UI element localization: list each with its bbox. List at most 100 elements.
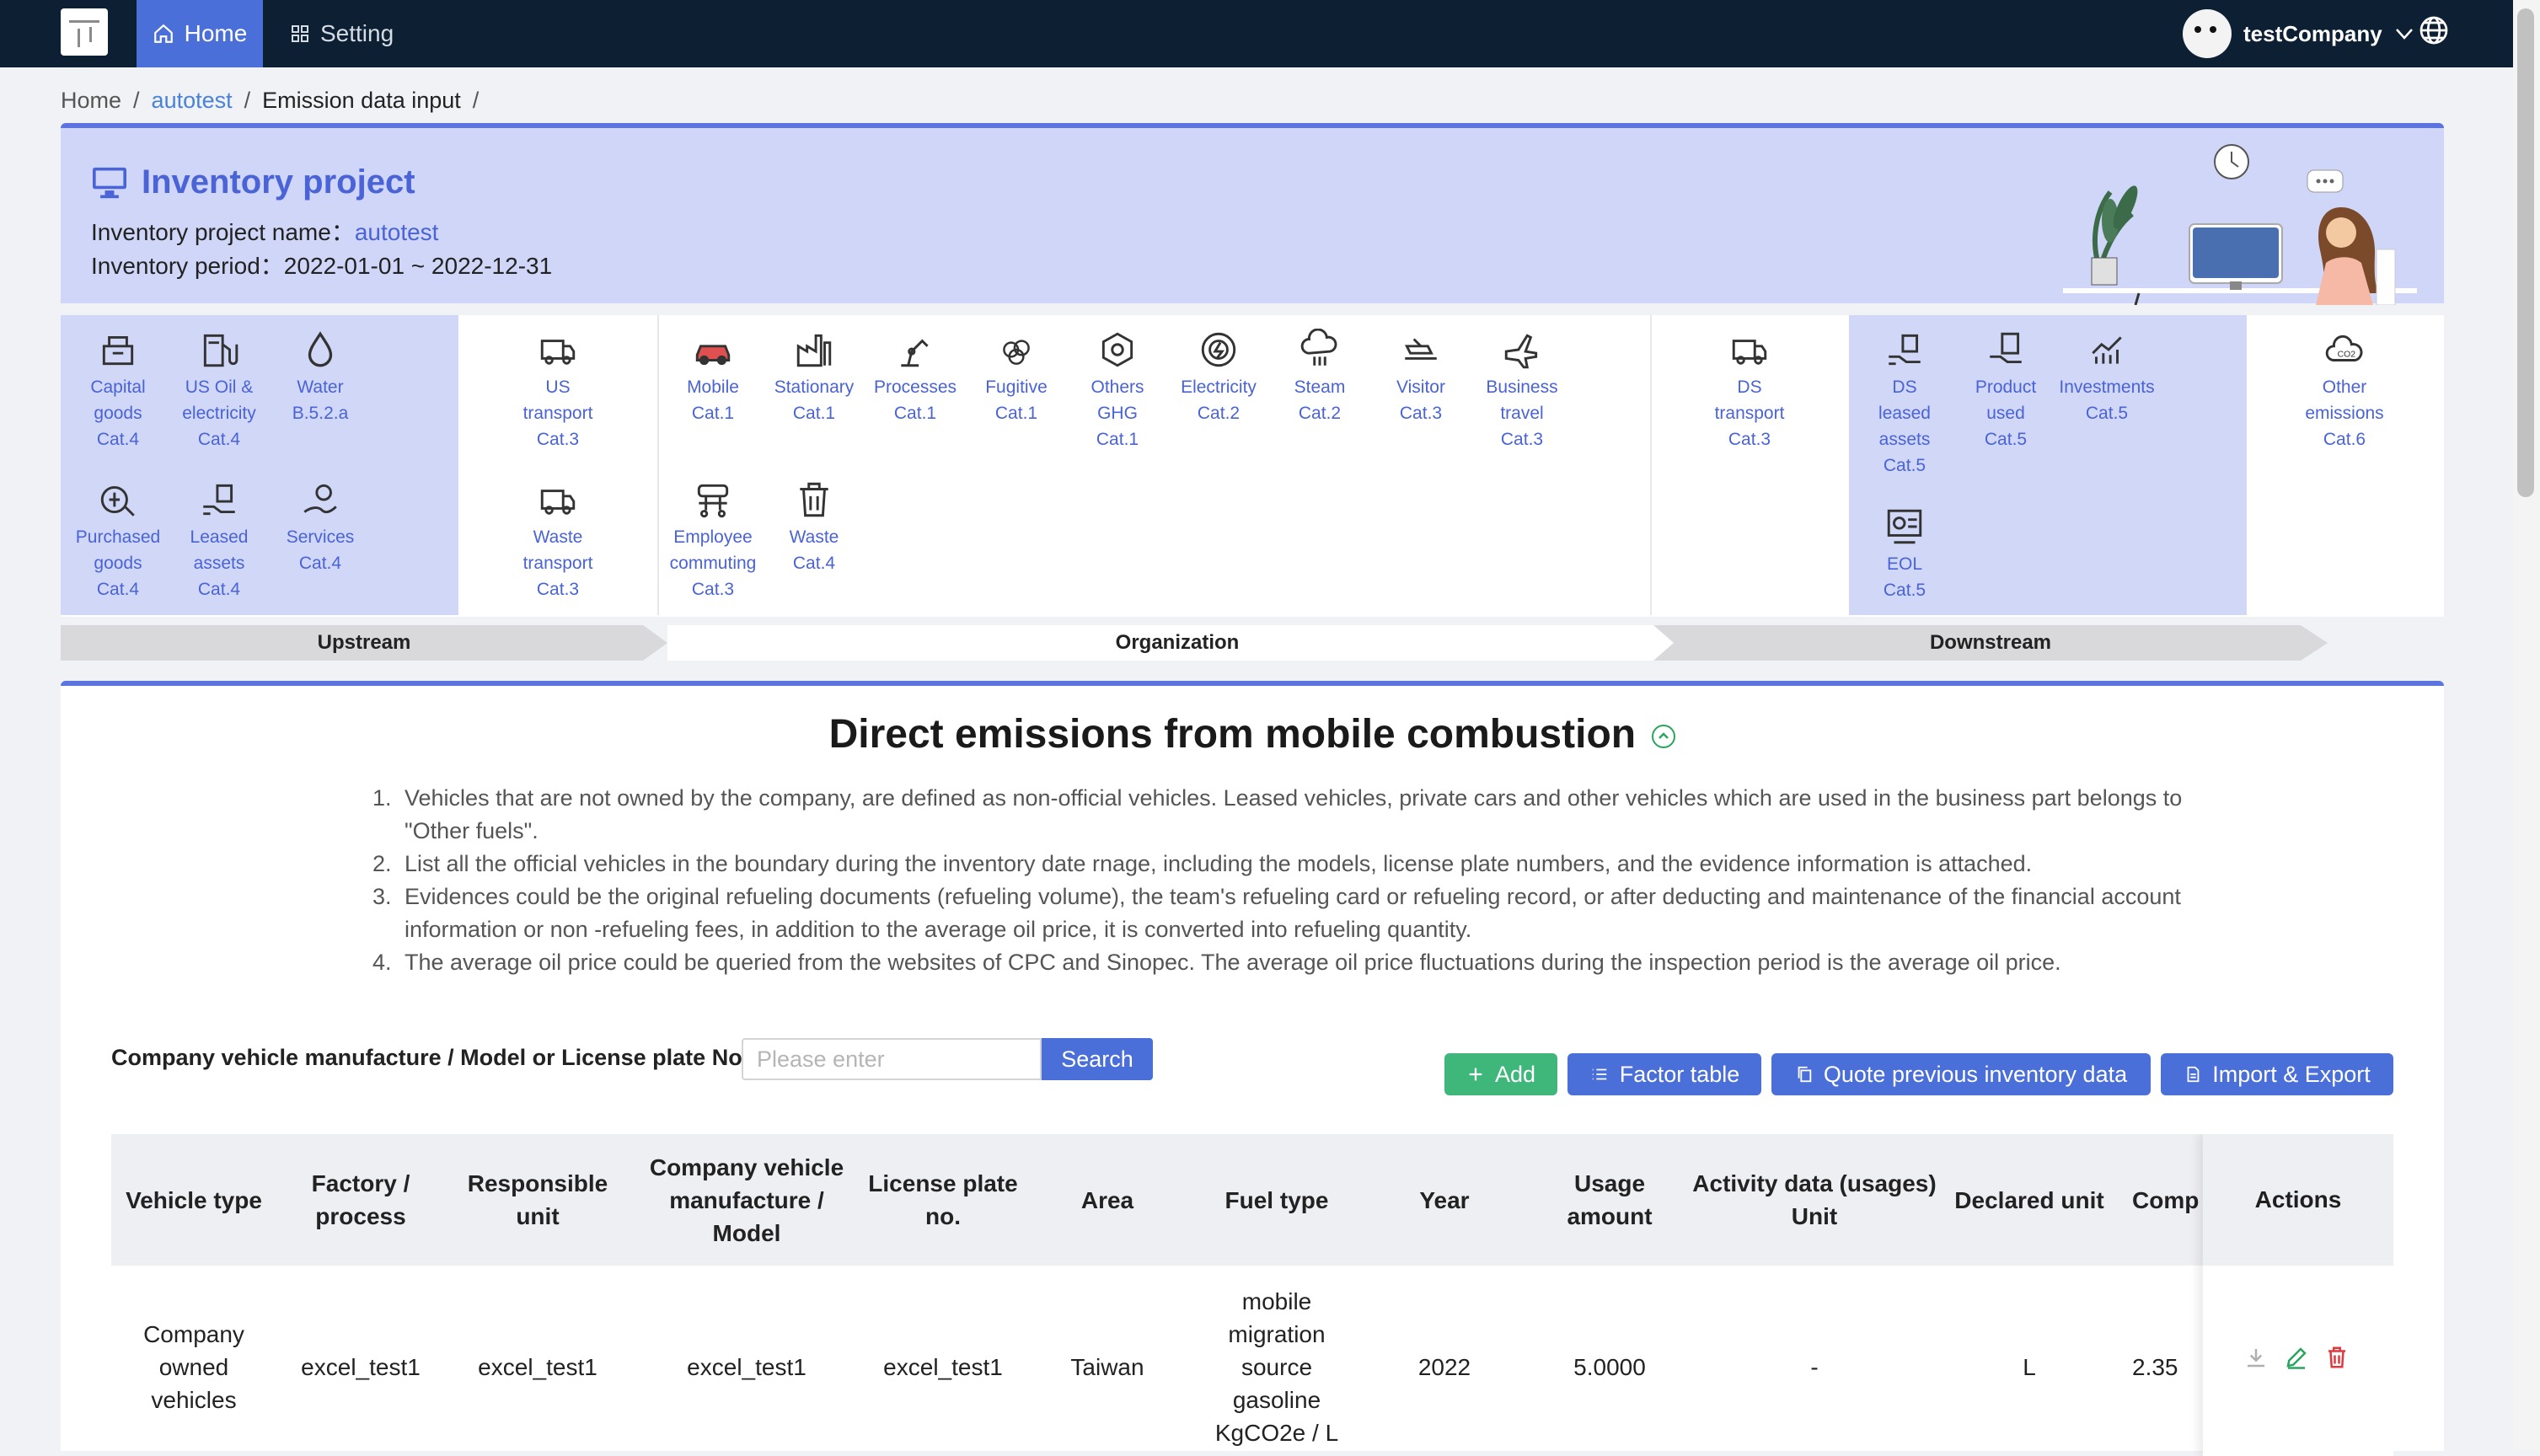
cell-vehicle-type: Company owned vehicles [143, 1320, 244, 1413]
trash-icon [800, 482, 828, 517]
cat-water[interactable]: Water B.5.2.a [270, 329, 371, 426]
company-name: testCompany [2243, 20, 2382, 46]
product-hand-icon [1990, 332, 2022, 364]
monitor-icon [93, 167, 126, 198]
cat-product-used[interactable]: Product used Cat.5 [1955, 329, 2056, 452]
airplane-icon [1504, 334, 1538, 369]
cat-fugitive[interactable]: Fugitive Cat.1 [966, 329, 1067, 426]
purchased-goods-icon [100, 485, 135, 517]
search-input[interactable] [742, 1038, 1042, 1080]
company-logo[interactable] [61, 8, 108, 56]
chevron-down-icon [2395, 29, 2413, 40]
cat-investments[interactable]: Investments Cat.5 [2056, 329, 2157, 426]
cat-stationary[interactable]: Stationary Cat.1 [764, 329, 865, 426]
cat-steam[interactable]: Steam Cat.2 [1269, 329, 1370, 426]
cat-services[interactable]: Services Cat.4 [270, 479, 371, 576]
cell-declared-unit: L [2023, 1353, 2036, 1380]
home-icon [153, 24, 173, 43]
factor-table-button[interactable]: Factor table [1567, 1053, 1761, 1095]
truck-icon [540, 490, 576, 515]
col-header: Vehicle type [126, 1186, 262, 1213]
document-icon [2187, 1066, 2200, 1083]
factory-icon [796, 334, 832, 367]
quote-previous-button[interactable]: Quote previous inventory data [1771, 1053, 2151, 1095]
cat-leased-assets[interactable]: Leased assets Cat.4 [169, 479, 270, 602]
cat-ds-leased-assets[interactable]: DS leased assets Cat.5 [1854, 329, 1955, 479]
fuel-pump-icon [203, 334, 238, 367]
inventory-project-panel: Inventory project Inventory project name… [61, 123, 2444, 305]
stage-downstream: Downstream [1653, 625, 2328, 661]
emission-section: Direct emissions from mobile combustion … [61, 681, 2444, 1456]
cat-business-travel[interactable]: Business travel Cat.3 [1471, 329, 1573, 452]
leased-assets-icon [203, 484, 235, 516]
col-header: Fuel type [1224, 1186, 1329, 1213]
cat-us-transport[interactable]: US transport Cat.3 [507, 329, 608, 452]
truck-icon [1732, 340, 1767, 365]
collapse-icon[interactable] [1652, 725, 1676, 749]
cat-mobile[interactable]: Mobile Cat.1 [662, 329, 764, 426]
col-header: Activity data (usages) Unit [1692, 1170, 1937, 1229]
nav-home-label: Home [184, 20, 248, 46]
investment-chart-icon [2092, 336, 2122, 364]
cat-waste-transport[interactable]: Waste transport Cat.3 [507, 479, 608, 602]
services-icon [303, 484, 337, 514]
delete-icon[interactable] [2324, 1345, 2350, 1370]
cat-purchased-goods[interactable]: Purchased goods Cat.4 [67, 479, 169, 602]
nav-setting[interactable]: Setting [290, 0, 394, 67]
cat-electricity[interactable]: Electricity Cat.2 [1168, 329, 1269, 426]
import-export-button[interactable]: Import & Export [2161, 1053, 2393, 1095]
search-button[interactable]: Search [1042, 1038, 1153, 1080]
emission-category-selector: Capital goods Cat.4 US Oil & electricity Cat… [61, 315, 2444, 617]
project-name-value[interactable]: autotest [355, 219, 439, 245]
truck-icon [540, 340, 576, 365]
globe-icon[interactable] [2419, 15, 2449, 46]
copy-icon [1798, 1066, 1812, 1083]
col-header: Factory / process [311, 1170, 410, 1229]
cat-capital-goods[interactable]: Capital goods Cat.4 [67, 329, 169, 452]
search-label: Company vehicle manufacture / Model or L… [111, 1045, 757, 1070]
cell-responsible-unit: excel_test1 [478, 1353, 597, 1380]
company-switcher[interactable]: testCompany [2183, 7, 2414, 61]
list-icon [1592, 1068, 1606, 1080]
section-title: Direct emissions from mobile combustion [61, 711, 2444, 757]
cat-visitor[interactable]: Visitor Cat.3 [1370, 329, 1471, 426]
col-header: Responsible unit [467, 1170, 608, 1229]
cell-factory: excel_test1 [301, 1353, 421, 1380]
download-icon[interactable] [2243, 1345, 2269, 1370]
scrollbar-thumb[interactable] [2517, 8, 2534, 497]
commuting-icon [697, 484, 729, 518]
cell-usage-amount: 5.0000 [1573, 1353, 1646, 1380]
water-drop-icon [308, 331, 333, 367]
cat-us-oil-electricity[interactable]: US Oil & electricity Cat.4 [169, 329, 270, 452]
cat-other-emissions[interactable]: CO2 Other emissions Cat.6 [2294, 329, 2395, 452]
top-navigation-bar: Home Setting testCompany [0, 0, 2513, 67]
cat-eol[interactable]: EOL Cat.5 [1854, 506, 1955, 603]
cat-others-ghg[interactable]: Others GHG Cat.1 [1067, 329, 1168, 452]
project-period-value: 2022-01-01 ~ 2022-12-31 [283, 253, 553, 279]
plus-icon [1469, 1068, 1482, 1081]
ghg-molecule-icon [1101, 332, 1133, 367]
note-item: 4. The average oil price could be queried… [372, 950, 2061, 975]
instruction-notes: 1. Vehicles that are not owned by the com… [372, 782, 2210, 979]
capital-goods-icon [102, 335, 134, 366]
cell-year: 2022 [1417, 1353, 1471, 1380]
cat-employee-commuting[interactable]: Employee commuting Cat.3 [662, 479, 764, 602]
fugitive-gas-icon [1003, 340, 1030, 365]
leased-assets-icon [1889, 334, 1921, 366]
breadcrumb-home[interactable]: Home [61, 88, 121, 114]
cat-processes[interactable]: Processes Cat.1 [865, 329, 966, 426]
note-item: 2. List all the official vehicles in the … [372, 851, 2033, 876]
edit-icon[interactable] [2284, 1345, 2309, 1370]
add-button[interactable]: Add [1444, 1053, 1557, 1095]
stage-organization: Organization [667, 625, 1687, 661]
visitor-car-icon [1404, 338, 1437, 360]
cat-ds-transport[interactable]: DS transport Cat.3 [1699, 329, 1800, 452]
car-icon [695, 345, 731, 366]
nav-home[interactable]: Home [137, 0, 263, 67]
cat-waste[interactable]: Waste Cat.4 [764, 479, 865, 576]
col-header: Declared unit [1954, 1186, 2104, 1213]
cell-fuel-type: mobile migration source gasoline KgCO2e / L [1214, 1287, 1339, 1446]
breadcrumb-project[interactable]: autotest [152, 88, 233, 114]
col-header: Year [1419, 1186, 1470, 1213]
project-title: Inventory project [91, 163, 415, 201]
